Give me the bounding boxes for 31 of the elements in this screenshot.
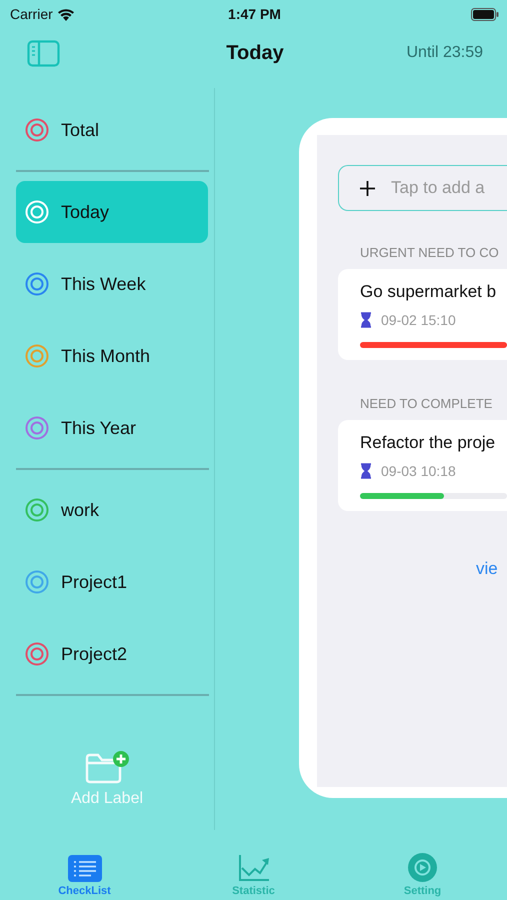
sidebar-item[interactable]: This Month — [16, 325, 208, 387]
hourglass-icon — [360, 463, 372, 479]
folder-add-icon — [84, 750, 130, 784]
sidebar-toggle-icon[interactable] — [27, 40, 60, 66]
sidebar-item[interactable]: work — [16, 479, 208, 541]
carrier-label: Carrier — [10, 6, 53, 22]
sidebar-item[interactable]: This Week — [16, 253, 208, 315]
sidebar-item[interactable]: This Year — [16, 397, 208, 459]
add-task-placeholder: Tap to add a — [391, 178, 485, 198]
battery-icon — [471, 8, 499, 20]
due-time: 09-03 10:18 — [381, 463, 456, 479]
chart-icon — [238, 854, 270, 882]
section-header: NEED TO COMPLETE — [360, 396, 494, 411]
list-icon — [68, 855, 102, 882]
settings-icon — [408, 853, 437, 882]
due-time: 09-02 15:10 — [381, 312, 456, 328]
plus-icon — [360, 180, 375, 196]
clock: 1:47 PM — [227, 6, 282, 22]
task-title: Refactor the proje — [360, 433, 496, 453]
section-header: URGENT NEED TO CO — [360, 245, 500, 260]
task-card[interactable]: Go supermarket b 09-02 15:10 — [338, 269, 507, 360]
sidebar-item[interactable]: Total — [16, 99, 208, 161]
sidebar-item[interactable]: Project1 — [16, 551, 208, 613]
page-title: Today — [226, 42, 284, 64]
wifi-icon — [56, 8, 75, 20]
sidebar-item[interactable]: Project2 — [16, 623, 208, 685]
task-title: Go supermarket b — [360, 282, 498, 302]
hourglass-icon — [360, 312, 372, 328]
sidebar-item[interactable]: Today — [16, 181, 208, 243]
deadline-label: Until 23:59 — [406, 44, 483, 62]
task-card[interactable]: Refactor the proje 09-03 10:18 — [338, 420, 507, 511]
